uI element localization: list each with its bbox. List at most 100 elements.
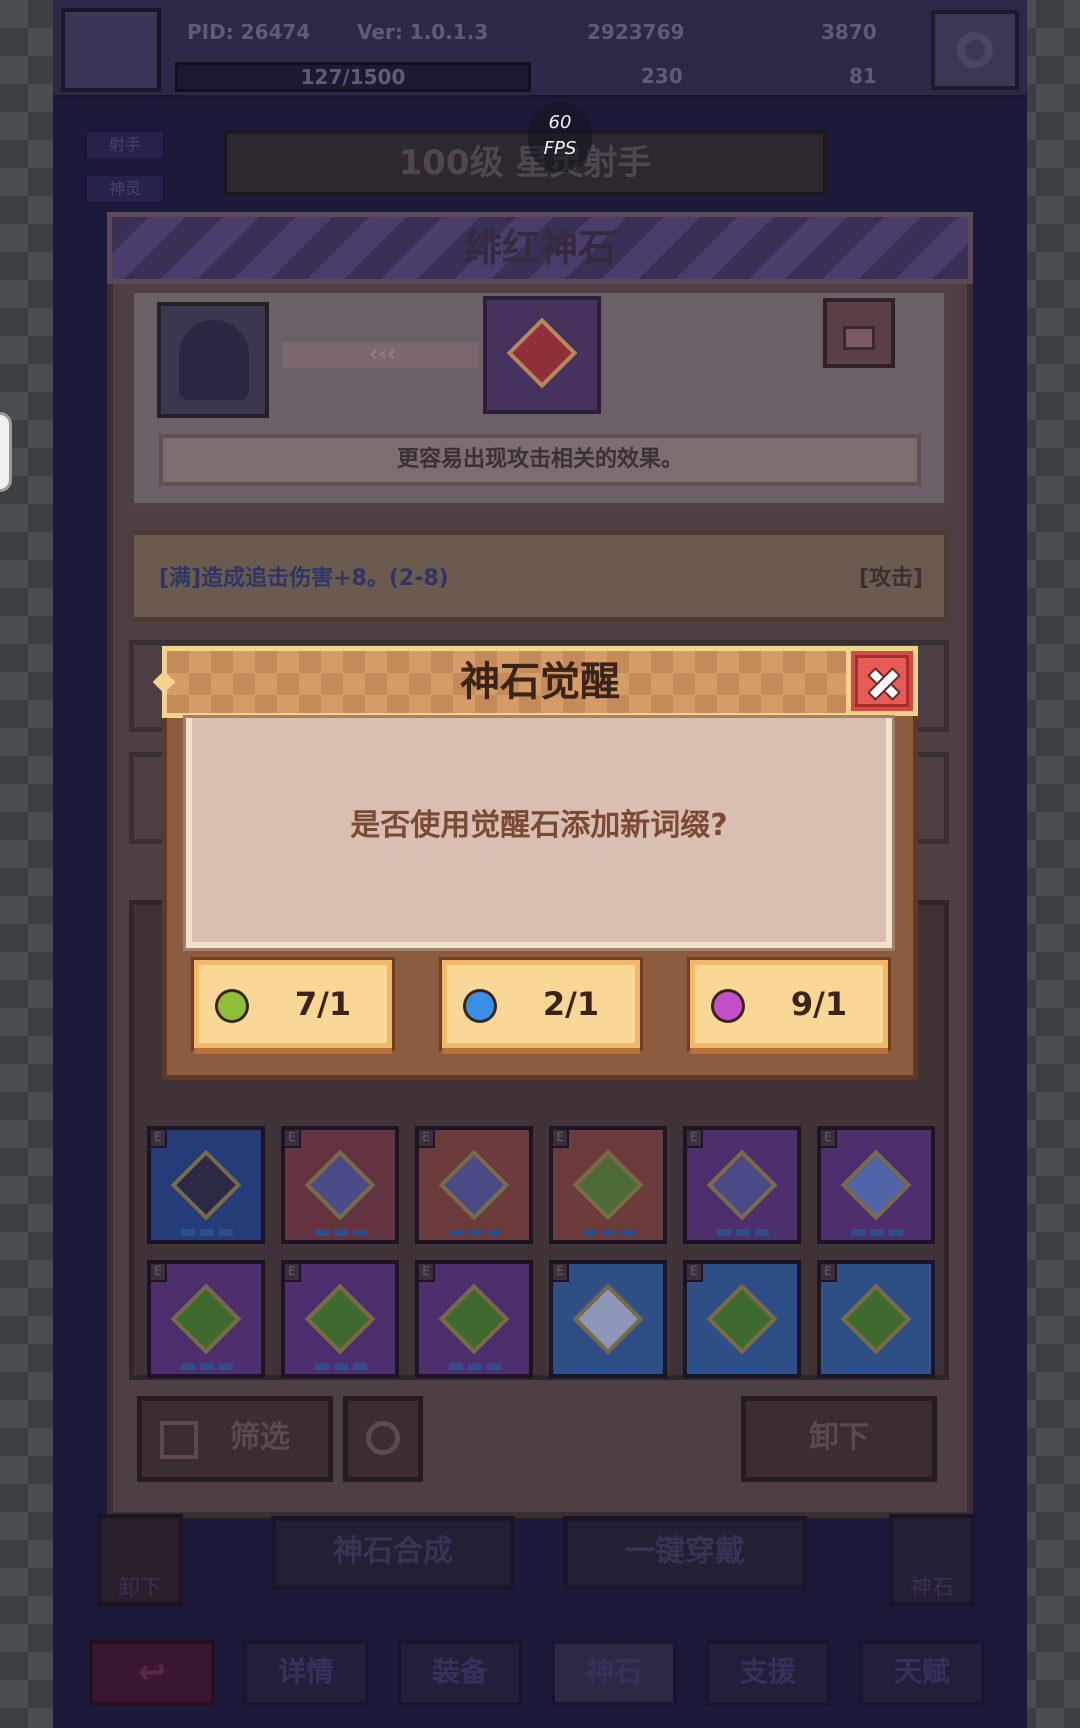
gemstone-icon [706,1283,778,1355]
equipped-marker: E [819,1128,837,1148]
use-purple-stone-button[interactable]: 9/1 [690,960,888,1048]
use-green-stone-button[interactable]: 7/1 [194,960,392,1048]
close-icon [855,655,909,707]
gem-tile[interactable]: E [683,1126,801,1244]
energy-value: 127/1500 [300,65,406,89]
socket-dots [315,1363,367,1370]
green-stone-count: 7/1 [294,985,352,1023]
tab-gemstone[interactable]: 神石 [551,1640,677,1706]
gem-tile[interactable]: E [281,1126,399,1244]
blue-orb-icon [463,989,497,1023]
tab-support[interactable]: 支援 [705,1640,831,1706]
side-drawer-handle[interactable] [0,412,12,492]
socket-dots [851,1363,903,1370]
gold-amount: 2923769 [587,20,685,44]
gem-tile[interactable]: E [549,1126,667,1244]
close-button[interactable] [846,646,918,716]
refresh-button[interactable] [343,1396,423,1482]
tab-details[interactable]: 详情 [243,1640,369,1706]
socket-dots [717,1229,769,1236]
awaken-dialog-title: 神石觉醒 [460,659,620,705]
gemstone-corner-button[interactable]: 神石 [889,1514,975,1606]
gemstone-icon [706,1149,778,1221]
transfer-arrow-track: ‹‹‹ [283,342,479,368]
gem-tile[interactable]: E [147,1126,265,1244]
class-tag-archer: 射手 [85,130,165,160]
gemstone-icon [572,1283,644,1355]
fps-counter: 60 FPS [528,102,592,172]
gem-tile[interactable]: E [549,1260,667,1378]
purple-orb-icon [711,989,745,1023]
key-amount: 81 [849,64,877,88]
gem-tile[interactable]: E [415,1260,533,1378]
equipped-marker: E [551,1128,569,1148]
player-id: PID: 26474 [187,20,311,44]
unequip-corner-button[interactable]: 卸下 [97,1514,183,1606]
player-avatar[interactable] [61,8,161,92]
equipped-marker: E [685,1128,703,1148]
equipped-marker: E [149,1128,167,1148]
gemstone-icon [304,1283,376,1355]
gemstone-icon [438,1283,510,1355]
gem-tile[interactable]: E [817,1260,935,1378]
hero-face-icon [179,320,249,400]
awaken-question: 是否使用觉醒石添加新词缀? [350,808,728,843]
gemstone-icon [304,1149,376,1221]
top-hud: PID: 26474 Ver: 1.0.1.3 127/1500 2923769… [53,0,1027,98]
equipped-marker: E [283,1128,301,1148]
equip-all-button[interactable]: 一键穿戴 [563,1516,807,1590]
gem-tile[interactable]: E [817,1126,935,1244]
equipped-marker: E [685,1262,703,1282]
unequip-button[interactable]: 卸下 [741,1396,937,1482]
gem-description: 更容易出现攻击相关的效果。 [159,434,921,486]
use-blue-stone-button[interactable]: 2/1 [442,960,640,1048]
hero-title: 100级 星灵射手 [398,143,652,183]
tab-talent[interactable]: 天赋 [859,1640,985,1706]
unequip-corner-label: 卸下 [117,1576,162,1601]
affix-text: [满]造成追击伤害+8。(2-8) [159,566,449,591]
gemstone-corner-label: 神石 [909,1576,954,1601]
gemstone-icon [840,1149,912,1221]
gem-tile[interactable]: E [683,1260,801,1378]
lock-button[interactable] [823,298,895,368]
hero-title-bar: 100级 星灵射手 [223,130,827,196]
socket-dots [315,1229,367,1236]
socket-dots [181,1229,233,1236]
gem-amount: 3870 [821,20,877,44]
equipped-marker: E [417,1262,435,1282]
gemstone-panel-title: 绯红神石 [463,226,616,270]
unlock-icon [843,326,875,350]
grid-icon [160,1421,198,1459]
equipped-marker: E [819,1262,837,1282]
socket-dots [181,1363,233,1370]
gem-tile[interactable]: E [415,1126,533,1244]
tab-equipment[interactable]: 装备 [397,1640,523,1706]
selected-gem-slot[interactable] [483,296,601,414]
socket-dots [449,1229,501,1236]
gem-tile[interactable]: E [147,1260,265,1378]
gemstone-icon [840,1283,912,1355]
version-label: Ver: 1.0.1.3 [357,20,489,44]
energy-bar: 127/1500 [175,62,531,92]
fps-label: FPS [543,138,577,159]
filter-button[interactable]: 筛选 [137,1396,333,1482]
socket-dots [717,1363,769,1370]
equipped-marker: E [149,1262,167,1282]
clover-amount: 230 [641,64,683,88]
back-arrow-icon: ↩ [137,1652,167,1692]
gemstone-icon [438,1149,510,1221]
equipped-marker: E [551,1262,569,1282]
gemstone-panel-header: 绯红神石 [107,212,973,284]
gemstone-icon [572,1149,644,1221]
affix-category: [攻击] [859,566,924,591]
compose-button[interactable]: 神石合成 [271,1516,515,1590]
gem-tile[interactable]: E [281,1260,399,1378]
socket-dots [583,1363,635,1370]
socket-dots [583,1229,635,1236]
gemstone-icon [170,1149,242,1221]
settings-button[interactable] [931,10,1019,90]
back-button[interactable]: ↩ [89,1640,215,1706]
gemstone-icon [170,1283,242,1355]
hero-portrait [157,302,269,418]
socket-dots [449,1363,501,1370]
